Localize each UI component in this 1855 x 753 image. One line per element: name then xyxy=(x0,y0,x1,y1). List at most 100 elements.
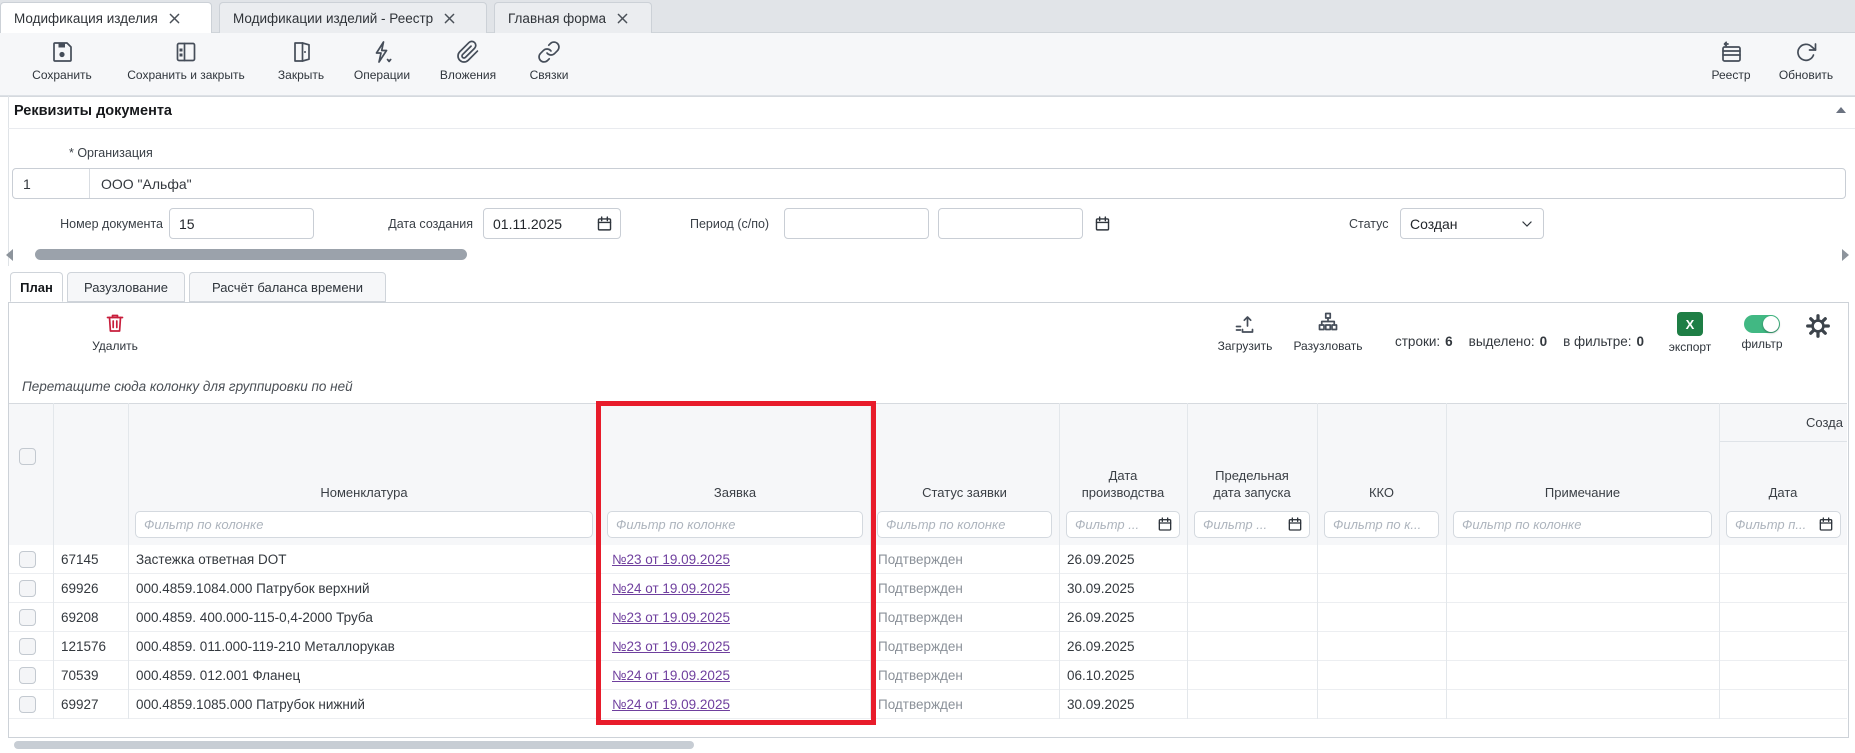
gear-icon xyxy=(1805,313,1831,339)
table-row[interactable]: 69926 000.4859.1084.000 Патрубок верхний… xyxy=(9,574,1847,603)
row-checkbox[interactable] xyxy=(19,609,36,626)
filter-production-date-calendar-icon[interactable] xyxy=(1157,516,1173,532)
request-link[interactable]: №23 от 19.09.2025 xyxy=(612,552,730,567)
cell-production-date: 30.09.2025 xyxy=(1067,574,1187,603)
table-row[interactable]: 121576 000.4859. 011.000-119-210 Металло… xyxy=(9,632,1847,661)
table-row[interactable]: 70539 000.4859. 012.001 Фланец №24 от 19… xyxy=(9,661,1847,690)
window-tab-modifications-registry[interactable]: Модификации изделий - Реестр xyxy=(219,2,487,33)
window-tab-label: Модификация изделия xyxy=(14,11,158,26)
close-button[interactable]: Закрыть xyxy=(262,40,340,92)
group-header-divider xyxy=(1719,441,1847,442)
filter-toggle[interactable]: фильтр xyxy=(1735,315,1789,351)
organization-label: * Организация xyxy=(69,146,153,160)
period-to-input[interactable] xyxy=(938,208,1083,239)
row-checkbox[interactable] xyxy=(19,696,36,713)
scroll-left-arrow[interactable] xyxy=(6,249,13,261)
refresh-button[interactable]: Обновить xyxy=(1763,40,1849,92)
table-row[interactable]: 67145 Застежка ответная DOT №23 от 19.09… xyxy=(9,545,1847,574)
request-link[interactable]: №24 от 19.09.2025 xyxy=(612,697,730,712)
save-icon xyxy=(50,40,74,64)
rows-count: строки:6 xyxy=(1395,334,1453,349)
row-checkbox[interactable] xyxy=(19,667,36,684)
table-row[interactable]: 69927 000.4859.1085.000 Патрубок нижний … xyxy=(9,690,1847,719)
filter-deadline-calendar-icon[interactable] xyxy=(1287,516,1303,532)
operations-button[interactable]: Операции xyxy=(340,40,424,92)
close-tab-icon[interactable] xyxy=(617,13,628,24)
created-date-calendar-icon[interactable] xyxy=(596,215,613,232)
organization-index: 1 xyxy=(13,169,90,198)
filter-nomenclature[interactable] xyxy=(135,511,593,538)
row-checkbox[interactable] xyxy=(19,551,36,568)
status-value: Создан xyxy=(1410,216,1458,232)
filter-note[interactable] xyxy=(1453,511,1712,538)
cell-nomenclature: 000.4859.1085.000 Патрубок нижний xyxy=(136,690,596,719)
close-tab-icon[interactable] xyxy=(444,13,455,24)
doc-number-input[interactable] xyxy=(169,208,314,239)
tab-unbuild[interactable]: Разузлование xyxy=(67,272,185,302)
window-tab-main-form[interactable]: Главная форма xyxy=(494,2,652,33)
request-link[interactable]: №23 от 19.09.2025 xyxy=(612,610,730,625)
chevron-down-icon xyxy=(1520,217,1534,231)
upload-icon xyxy=(1233,311,1257,335)
created-date-label: Дата создания xyxy=(376,217,473,231)
attachments-button[interactable]: Вложения xyxy=(424,40,512,92)
column-header-date[interactable]: Дата xyxy=(1719,484,1847,501)
tab-plan[interactable]: План xyxy=(10,272,63,302)
unbuild-button[interactable]: Разузловать xyxy=(1282,311,1374,353)
bottom-scrollbar-thumb[interactable] xyxy=(14,741,694,749)
window-tab-label: Главная форма xyxy=(508,11,606,26)
requisites-top-border xyxy=(0,96,1855,97)
column-header-deadline[interactable]: Предельнаядата запуска xyxy=(1187,467,1317,501)
filter-request[interactable] xyxy=(607,511,863,538)
cell-id: 121576 xyxy=(61,632,131,661)
cell-request: №23 от 19.09.2025 xyxy=(612,545,862,574)
request-link[interactable]: №24 от 19.09.2025 xyxy=(612,581,730,596)
status-label: Статус xyxy=(1349,217,1389,231)
load-button[interactable]: Загрузить xyxy=(1203,311,1287,353)
grid-counters: строки:6 выделено:0 в фильтре:0 xyxy=(1395,334,1644,349)
window-tab-product-modification[interactable]: Модификация изделия xyxy=(0,2,212,33)
cell-id: 67145 xyxy=(61,545,131,574)
links-button[interactable]: Связки xyxy=(512,40,586,92)
table-row[interactable]: 69208 000.4859. 400.000-115-0,4-2000 Тру… xyxy=(9,603,1847,632)
period-calendar-icon[interactable] xyxy=(1094,215,1111,232)
scroll-right-arrow[interactable] xyxy=(1842,249,1849,261)
close-tab-icon[interactable] xyxy=(169,13,180,24)
column-header-note[interactable]: Примечание xyxy=(1446,484,1719,501)
save-and-close-button[interactable]: Сохранить и закрыть xyxy=(110,40,262,92)
cell-production-date: 30.09.2025 xyxy=(1067,690,1187,719)
column-header-request[interactable]: Заявка xyxy=(600,484,870,501)
filter-request-status[interactable] xyxy=(877,511,1052,538)
request-link[interactable]: №24 от 19.09.2025 xyxy=(612,668,730,683)
cell-request: №23 от 19.09.2025 xyxy=(612,603,862,632)
column-header-nomenclature[interactable]: Номенклатура xyxy=(128,484,600,501)
status-select[interactable]: Создан xyxy=(1400,208,1544,239)
row-checkbox[interactable] xyxy=(19,638,36,655)
toggle-on-icon xyxy=(1744,315,1780,333)
column-header-production-date[interactable]: Датапроизводства xyxy=(1059,467,1187,501)
requisites-divider xyxy=(8,128,1855,129)
period-from-input[interactable] xyxy=(784,208,929,239)
column-header-kko[interactable]: ККО xyxy=(1317,484,1446,501)
cell-nomenclature: 000.4859. 400.000-115-0,4-2000 Труба xyxy=(136,603,596,632)
tab-time-balance[interactable]: Расчёт баланса времени xyxy=(189,272,386,302)
collapse-section-icon[interactable] xyxy=(1836,107,1846,113)
row-checkbox[interactable] xyxy=(19,580,36,597)
cell-request-status: Подтвержден xyxy=(878,545,1058,574)
delete-button[interactable]: Удалить xyxy=(75,311,155,353)
registry-button[interactable]: Реестр xyxy=(1691,40,1771,92)
filter-kko[interactable] xyxy=(1324,511,1439,538)
refresh-icon xyxy=(1794,40,1818,64)
organization-field[interactable]: 1 ООО "Альфа" xyxy=(12,168,1846,199)
request-link[interactable]: №23 от 19.09.2025 xyxy=(612,639,730,654)
select-all-checkbox[interactable] xyxy=(19,448,36,465)
horizontal-scrollbar-thumb[interactable] xyxy=(35,249,467,260)
doc-number-label: Номер документа xyxy=(45,217,163,231)
column-header-request-status[interactable]: Статус заявки xyxy=(870,484,1059,501)
save-button[interactable]: Сохранить xyxy=(22,40,102,92)
requisites-title: Реквизиты документа xyxy=(14,103,172,119)
grid-settings-button[interactable] xyxy=(1803,313,1833,339)
export-button[interactable]: X экспорт xyxy=(1662,312,1718,354)
group-by-hint: Перетащите сюда колонку для группировки … xyxy=(22,379,353,394)
filter-date-calendar-icon[interactable] xyxy=(1818,516,1834,532)
